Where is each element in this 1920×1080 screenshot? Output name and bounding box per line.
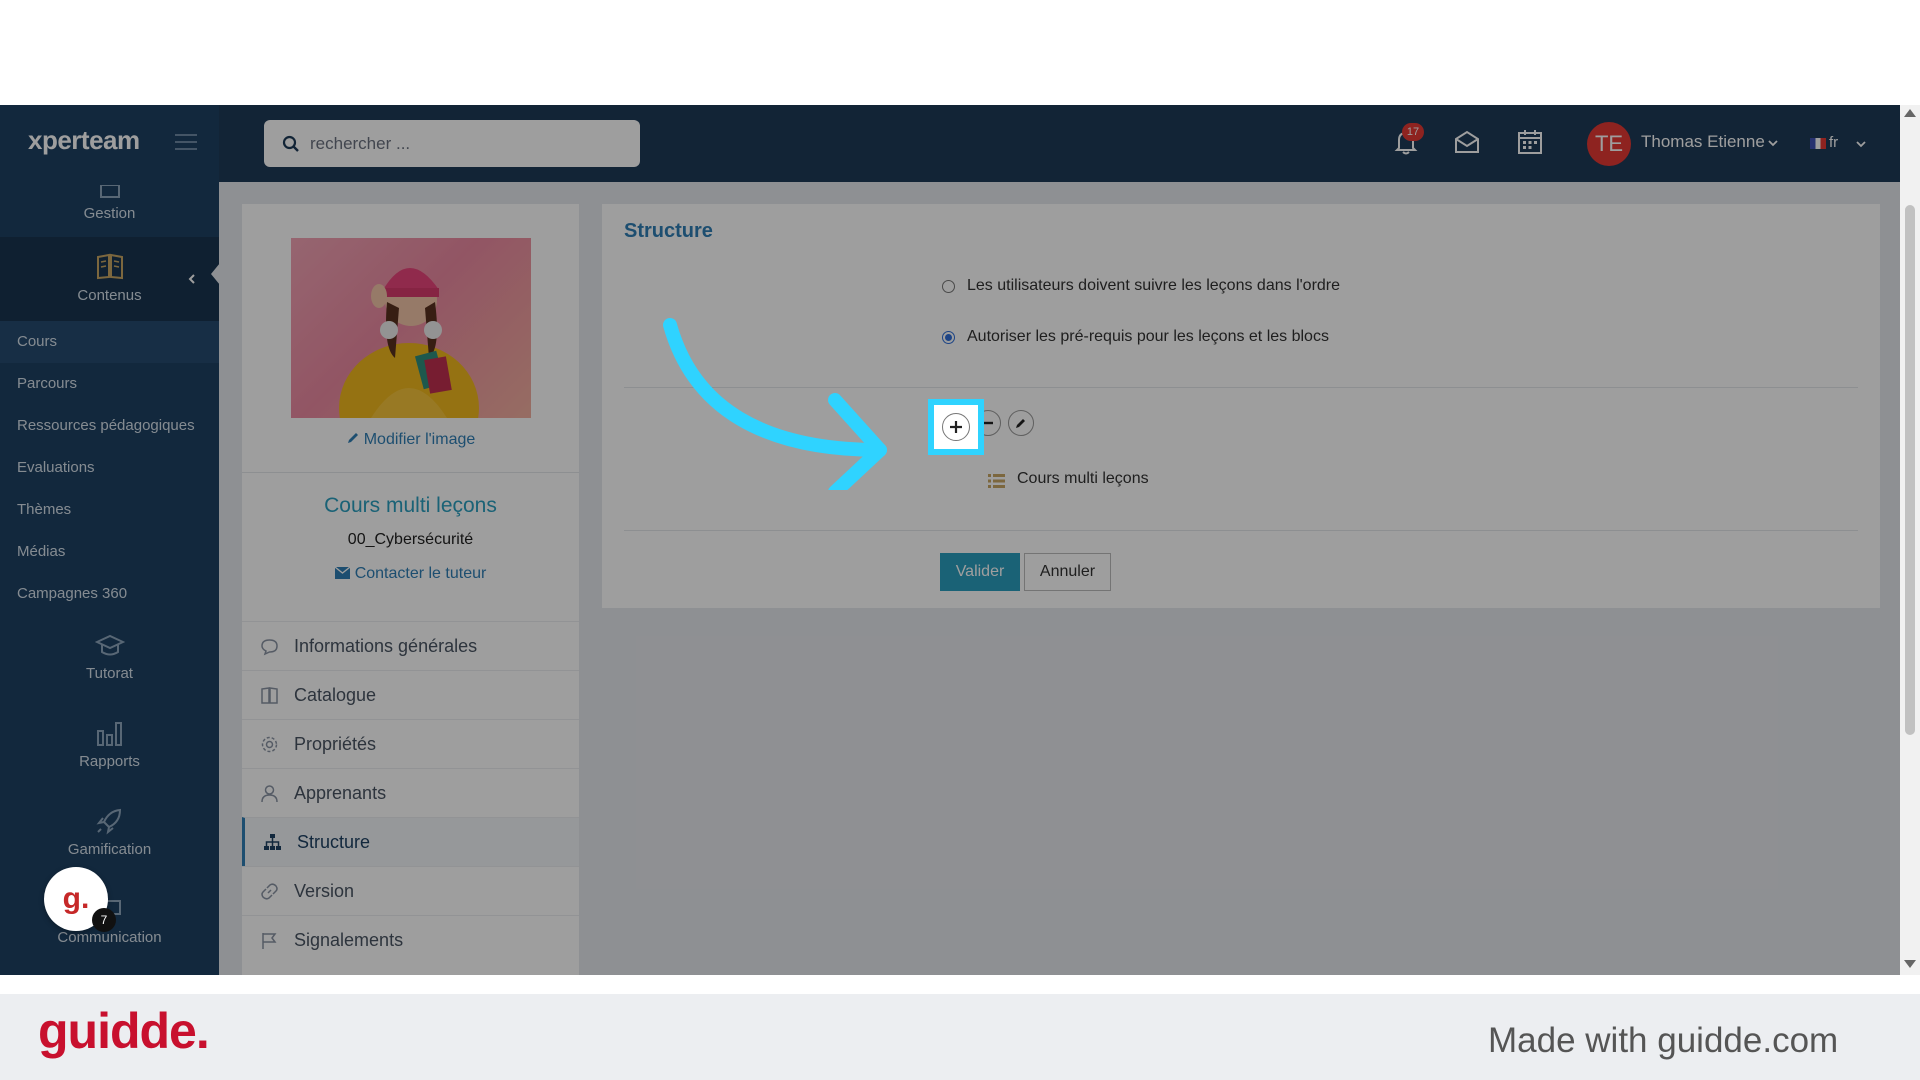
guidde-badge-count: 7 [92,908,116,932]
scrollbar-thumb[interactable] [1905,205,1915,735]
tutorial-arrow-icon [663,318,887,490]
guidde-footer: guidde. Made with guidde.com [0,994,1920,1080]
plus-icon [950,421,962,433]
app-window: xperteam Gestion Contenus Cours Parcours… [0,105,1920,975]
top-margin [0,0,1920,105]
scroll-down-arrow-icon[interactable] [1904,960,1916,968]
highlighted-add-button[interactable] [928,399,984,455]
highlight-inner [934,405,978,449]
tutorial-dim-overlay [0,105,1920,975]
made-with-text: Made with guidde.com [1488,1021,1839,1060]
scrollbar[interactable] [1900,105,1920,975]
add-node-button-highlighted[interactable] [942,413,970,441]
scroll-up-arrow-icon[interactable] [1904,109,1916,117]
guidde-logo: guidde. [38,1003,210,1059]
